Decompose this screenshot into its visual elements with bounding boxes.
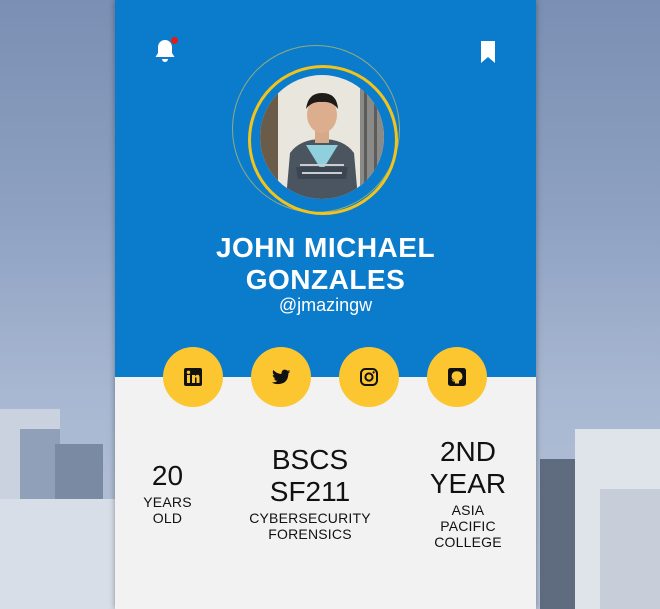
stat-program-value: BSCS SF211 bbox=[230, 444, 390, 508]
stat-program: BSCS SF211 CYBERSECURITY FORENSICS bbox=[230, 444, 390, 542]
github-icon bbox=[448, 368, 466, 386]
profile-card: JOHN MICHAEL GONZALES @jmazingw 20 YEARS… bbox=[115, 0, 536, 609]
notification-dot bbox=[171, 37, 178, 44]
stat-age-label: YEARS OLD bbox=[115, 494, 220, 526]
stat-year-value-line: YEAR bbox=[429, 468, 507, 499]
stat-program-label-line: FORENSICS bbox=[268, 526, 352, 542]
stat-program-label-line: CYBERSECURITY bbox=[249, 510, 371, 526]
avatar-photo bbox=[260, 75, 384, 199]
stat-year-label-line: ASIA bbox=[451, 502, 485, 518]
bookmark-button[interactable] bbox=[478, 40, 498, 64]
notification-button[interactable] bbox=[153, 37, 178, 64]
stat-age-value-line: 20 bbox=[151, 460, 184, 491]
stat-year-label-line: COLLEGE bbox=[434, 534, 502, 550]
building-right-3 bbox=[600, 489, 660, 609]
instagram-button[interactable] bbox=[339, 347, 399, 407]
stat-year-label: ASIA PACIFIC COLLEGE bbox=[409, 502, 527, 550]
stat-program-label: CYBERSECURITY FORENSICS bbox=[230, 510, 390, 542]
linkedin-icon bbox=[184, 368, 202, 386]
github-button[interactable] bbox=[427, 347, 487, 407]
stat-year-label-line: PACIFIC bbox=[440, 518, 496, 534]
avatar bbox=[260, 75, 384, 199]
profile-name: JOHN MICHAEL GONZALES bbox=[115, 232, 536, 296]
instagram-icon bbox=[360, 368, 378, 386]
twitter-icon bbox=[271, 369, 291, 384]
stat-year: 2ND YEAR ASIA PACIFIC COLLEGE bbox=[409, 436, 527, 550]
profile-header: JOHN MICHAEL GONZALES @jmazingw bbox=[115, 0, 536, 377]
stat-program-value-line: SF211 bbox=[269, 476, 351, 507]
building-left-4 bbox=[0, 499, 115, 609]
bookmark-icon bbox=[481, 41, 495, 63]
linkedin-button[interactable] bbox=[163, 347, 223, 407]
building-right-1 bbox=[540, 459, 580, 609]
profile-name-line1: JOHN MICHAEL bbox=[215, 232, 436, 263]
twitter-button[interactable] bbox=[251, 347, 311, 407]
stat-age: 20 YEARS OLD bbox=[115, 460, 220, 526]
stat-year-value-line: 2ND bbox=[439, 436, 496, 467]
stat-year-value: 2ND YEAR bbox=[409, 436, 527, 500]
stat-program-value-line: BSCS bbox=[271, 444, 349, 475]
stat-age-label-line: YEARS bbox=[143, 494, 192, 510]
profile-name-line2: GONZALES bbox=[245, 264, 406, 295]
profile-handle: @jmazingw bbox=[278, 295, 373, 315]
stat-age-value: 20 bbox=[115, 460, 220, 492]
stat-age-label-line: OLD bbox=[152, 510, 183, 526]
